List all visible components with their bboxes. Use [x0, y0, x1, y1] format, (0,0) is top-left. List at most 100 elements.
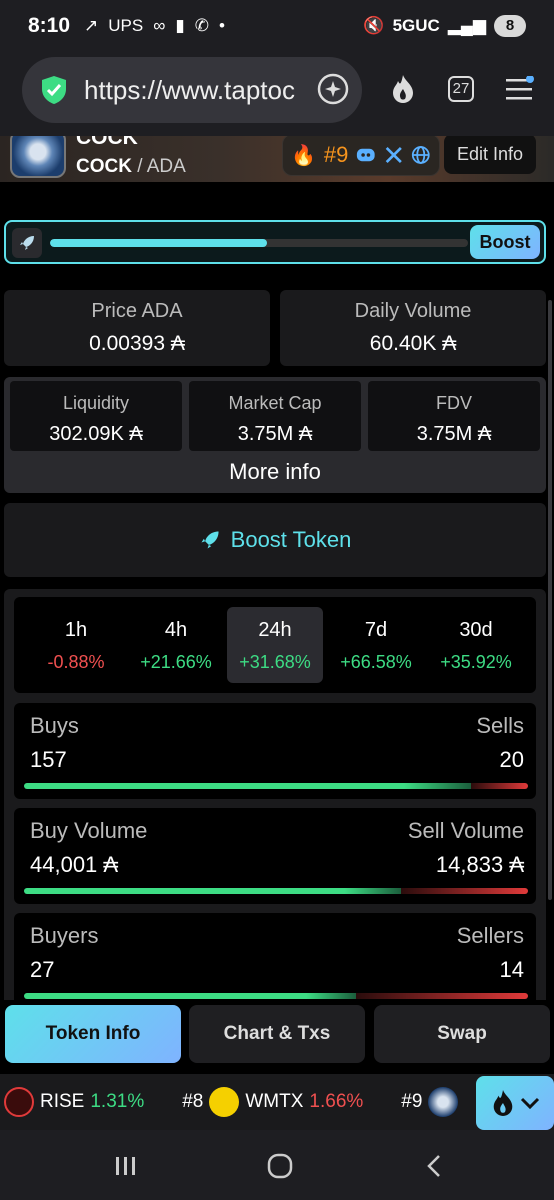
price-card: Price ADA 0.00393 ₳: [4, 290, 270, 366]
sellers-label: Sellers: [456, 923, 524, 948]
volume-card: Daily Volume 60.40K ₳: [280, 290, 546, 366]
network-label: 5GUC: [392, 16, 440, 35]
timeframe-label: 4h: [164, 619, 188, 641]
home-icon[interactable]: [260, 1150, 300, 1182]
tab-1h[interactable]: 1h -0.88%: [28, 607, 124, 683]
buy-portion: [24, 993, 357, 999]
tab-count: 27: [448, 76, 474, 102]
timeframe-change: +31.68%: [239, 652, 311, 672]
timeframe-label: 30d: [459, 619, 493, 641]
buy-volume-label: Buy Volume: [30, 818, 148, 843]
ticker-rank: #9: [401, 1091, 423, 1112]
volume-box: Buy Volume Sell Volume 44,001 ₳ 14,833 ₳: [14, 808, 536, 904]
buyers-sellers-box: Buyers Sellers 27 14: [14, 913, 536, 1009]
market-stats: Liquidity 302.09K ₳ Market Cap 3.75M ₳ F…: [4, 377, 546, 493]
discord-icon[interactable]: [356, 146, 376, 164]
missed-call-icon: ✆: [194, 16, 209, 35]
token-quote: / ADA: [137, 156, 186, 177]
tab-token-info[interactable]: Token Info: [5, 1005, 181, 1063]
volume-value: 60.40K ₳: [369, 332, 457, 355]
ticker-name: WMTX: [245, 1091, 304, 1112]
chevron-down-icon: [520, 1097, 540, 1110]
tab-24h[interactable]: 24h +31.68%: [227, 607, 323, 683]
battery-icon: 8: [494, 15, 526, 37]
ticker-item-wmtx[interactable]: #8 WMTX 1.66%: [182, 1087, 363, 1117]
more-info-button[interactable]: More info: [4, 459, 546, 485]
boost-token-button[interactable]: Boost Token: [4, 503, 546, 577]
buy-portion: [24, 783, 472, 789]
bottom-tabs: Token Info Chart & Txs Swap: [0, 1000, 554, 1072]
timeframe-label: 7d: [364, 619, 388, 641]
timeframe-label: 24h: [258, 619, 292, 641]
boost-progress-fill: [50, 239, 268, 247]
timeframe-change: -0.88%: [47, 652, 105, 672]
assistant-icon[interactable]: [316, 72, 350, 106]
fire-icon[interactable]: [386, 72, 420, 106]
boost-button[interactable]: Boost: [470, 225, 540, 259]
liquidity-value: 302.09K ₳: [49, 423, 143, 445]
buy-volume-value: 44,001 ₳: [30, 852, 119, 877]
ticker-item-rise[interactable]: RISE 1.31%: [4, 1087, 144, 1117]
url-text: https://www.taptoc: [84, 74, 295, 105]
timeframe-change: +66.58%: [340, 652, 412, 672]
dot-icon: •: [218, 16, 225, 35]
tab-30d[interactable]: 30d +35.92%: [428, 607, 524, 683]
edit-info-button[interactable]: Edit Info: [444, 136, 536, 174]
ticker-change: 1.31%: [90, 1091, 145, 1112]
tab-4h[interactable]: 4h +21.66%: [128, 607, 224, 683]
sell-portion: [356, 993, 528, 999]
buys-value: 157: [30, 747, 67, 772]
recents-icon[interactable]: [106, 1150, 146, 1182]
market-cap-label: Market Cap: [228, 393, 322, 413]
performance-panel: 1h -0.88% 4h +21.66% 24h +31.68% 7d +66.…: [4, 589, 546, 1009]
tab-swap[interactable]: Swap: [374, 1005, 550, 1063]
menu-icon[interactable]: [502, 72, 536, 106]
buyers-label: Buyers: [30, 923, 99, 948]
fire-icon: [493, 1090, 513, 1116]
tabs-button[interactable]: 27: [444, 72, 478, 106]
price-value: 0.00393 ₳: [89, 332, 185, 355]
ticker-change: 1.66%: [309, 1091, 364, 1112]
tab-7d[interactable]: 7d +66.58%: [328, 607, 424, 683]
back-icon[interactable]: [414, 1150, 454, 1182]
trending-toggle-button[interactable]: [476, 1076, 554, 1130]
sell-portion: [471, 783, 528, 789]
timeframe-change: +35.92%: [440, 652, 512, 672]
sell-volume-label: Sell Volume: [407, 818, 524, 843]
rank-socials: 🔥 #9: [282, 136, 440, 176]
buy-portion: [24, 888, 401, 894]
buys-sells-box: Buys Sells 157 20: [14, 703, 536, 799]
token-pair: COCK / ADA: [76, 156, 186, 178]
buyers-value: 27: [30, 957, 55, 982]
volume-label: Daily Volume: [354, 300, 472, 322]
market-cap-value: 3.75M ₳: [237, 423, 313, 445]
fdv-card: FDV 3.75M ₳: [368, 381, 540, 451]
shield-icon: [42, 76, 66, 104]
liquidity-label: Liquidity: [62, 393, 130, 413]
token-logo-icon: [428, 1087, 459, 1117]
buyers-sellers-bar: [24, 993, 528, 999]
trend-icon: ↗: [84, 16, 99, 35]
token-name: COCK: [76, 136, 138, 149]
timeframe-change: +21.66%: [140, 652, 212, 672]
ups-notification: UPS: [108, 16, 144, 35]
fdv-label: FDV: [436, 393, 472, 413]
rise-logo-icon: [4, 1087, 34, 1117]
ticker-item-9[interactable]: #9: [401, 1087, 459, 1117]
page-scrollbar[interactable]: [548, 300, 552, 900]
ticker-name: RISE: [40, 1091, 85, 1112]
x-icon[interactable]: [384, 144, 404, 166]
sells-label: Sells: [476, 713, 524, 738]
timeframe-tabs: 1h -0.88% 4h +21.66% 24h +31.68% 7d +66.…: [14, 597, 536, 693]
volume-bar: [24, 888, 528, 894]
sellers-value: 14: [499, 957, 524, 982]
globe-icon[interactable]: [411, 144, 431, 166]
price-label: Price ADA: [91, 300, 183, 322]
token-base: COCK: [76, 156, 132, 177]
liquidity-card: Liquidity 302.09K ₳: [10, 381, 182, 451]
buys-label: Buys: [30, 713, 79, 738]
address-bar[interactable]: https://www.taptoc: [22, 57, 362, 123]
buys-sells-bar: [24, 783, 528, 789]
boost-progress-track: [50, 239, 468, 247]
tab-chart-txs[interactable]: Chart & Txs: [189, 1005, 365, 1063]
